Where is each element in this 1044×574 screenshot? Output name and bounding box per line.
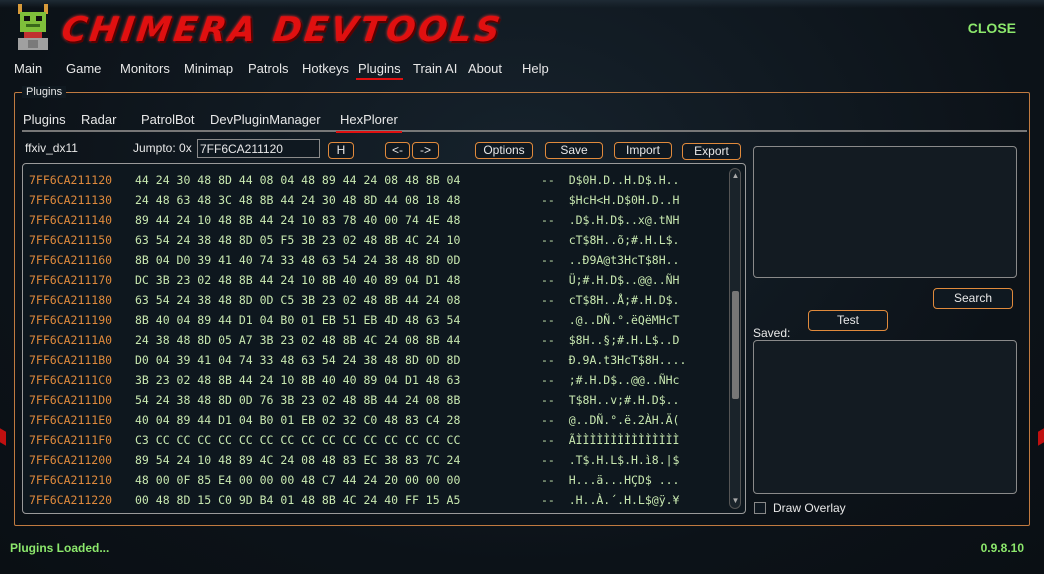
hex-ascii: -- ;#.H.D$..@@..ÑHc [541,373,680,387]
hex-bytes: 40 04 89 44 D1 04 B0 01 EB 02 32 C0 48 8… [135,413,461,427]
hex-scrollbar[interactable]: ▲ ▼ [729,168,741,509]
nav-patrols[interactable]: Patrols [248,61,288,76]
edge-decoration [1038,428,1044,446]
jumpto-label: Jumpto: 0x [133,141,192,155]
hex-address: 7FF6CA211210 [29,473,113,487]
nav-monitors[interactable]: Monitors [120,61,170,76]
tab-hexplorer[interactable]: HexPlorer [336,112,402,133]
hex-bytes: 3B 23 02 48 8B 44 24 10 8B 40 40 89 04 D… [135,373,461,387]
hex-bytes: 00 48 8D 15 C0 9D B4 01 48 8B 4C 24 40 F… [135,493,461,507]
hex-bytes: 48 00 0F 85 E4 00 00 00 48 C7 44 24 20 0… [135,473,461,487]
hex-view[interactable]: ▲ ▼ 7FF6CA211120 44 24 30 48 8D 44 08 04 … [22,163,746,514]
hex-ascii: -- .H..À.´.H.L$@ÿ.¥ [541,493,680,507]
export-button[interactable]: Export [682,143,741,160]
hex-ascii: -- .D$.H.D$..x@.tNH [541,213,680,227]
nav-main[interactable]: Main [14,61,42,76]
hex-address: 7FF6CA211120 [29,173,113,187]
hex-ascii: -- Ð.9A.t3HcT$8H.... [541,353,687,367]
hex-bytes: 89 44 24 10 48 8B 44 24 10 83 78 40 00 7… [135,213,461,227]
nav-train-ai[interactable]: Train AI [413,61,457,76]
app-window: CHIMERA DEVTOOLS CLOSE Main Game Monitor… [0,0,1044,574]
top-border [0,0,1044,8]
chimera-logo-icon [18,4,48,50]
hex-bytes: 8B 04 D0 39 41 40 74 33 48 63 54 24 38 4… [135,253,461,267]
hex-bytes: 54 24 38 48 8D 0D 76 3B 23 02 48 8B 44 2… [135,393,461,407]
nav-plugins[interactable]: Plugins [356,61,403,80]
edge-decoration [0,428,6,446]
hex-bytes: DC 3B 23 02 48 8B 44 24 10 8B 40 40 89 0… [135,273,461,287]
hex-bytes: C3 CC CC CC CC CC CC CC CC CC CC CC CC C… [135,433,461,447]
scroll-up-icon[interactable]: ▲ [731,171,740,181]
nav-about[interactable]: About [468,61,502,76]
options-button[interactable]: Options [475,142,533,159]
hex-ascii: -- ÃÌÌÌÌÌÌÌÌÌÌÌÌÌÌÌ [541,433,680,447]
saved-label: Saved: [753,326,791,340]
status-text: Plugins Loaded... [10,541,110,555]
hex-address: 7FF6CA2111E0 [29,413,113,427]
jumpto-input[interactable] [197,139,320,158]
hex-address: 7FF6CA211130 [29,193,113,207]
hex-bytes: 63 54 24 38 48 8D 0D C5 3B 23 02 48 8B 4… [135,293,461,307]
hex-ascii: -- cT$8H..Å;#.H.D$. [541,293,680,307]
hex-ascii: -- H...ä...HÇD$ ... [541,473,680,487]
hex-address: 7FF6CA211200 [29,453,113,467]
tab-plugins[interactable]: Plugins [23,112,66,127]
hex-address: 7FF6CA211180 [29,293,113,307]
hex-bytes: 44 24 30 48 8D 44 08 04 48 89 44 24 08 4… [135,173,461,187]
version-text: 0.9.8.10 [980,541,1024,555]
hex-address: 7FF6CA2111D0 [29,393,113,407]
hex-ascii: -- .T$.H.L$.H.ì8.|$ [541,453,680,467]
hex-address: 7FF6CA211150 [29,233,113,247]
hex-ascii: -- ..Ð9A@t3HcT$8H.. [541,253,680,267]
hex-address: 7FF6CA211220 [29,493,113,507]
close-button[interactable]: CLOSE [968,20,1016,36]
app-title: CHIMERA DEVTOOLS [59,10,506,50]
process-label: ffxiv_dx11 [25,141,78,155]
plugins-panel-legend: Plugins [22,86,67,98]
hex-bytes: D0 04 39 41 04 74 33 48 63 54 24 38 48 8… [135,353,461,367]
hex-address: 7FF6CA2111B0 [29,353,113,367]
save-button[interactable]: Save [545,142,603,159]
hex-bytes: 8B 40 04 89 44 D1 04 B0 01 EB 51 EB 4D 4… [135,313,461,327]
test-button[interactable]: Test [808,310,888,331]
import-button[interactable]: Import [614,142,672,159]
hex-bytes: 63 54 24 38 48 8D 05 F5 3B 23 02 48 8B 4… [135,233,461,247]
search-result-box[interactable] [753,146,1017,278]
scroll-down-icon[interactable]: ▼ [731,496,740,506]
hex-ascii: -- @..DÑ.°.ë.2ÀH.Ä( [541,413,680,427]
nav-hotkeys[interactable]: Hotkeys [302,61,349,76]
saved-list-box[interactable] [753,340,1017,494]
hex-bytes: 24 48 63 48 3C 48 8B 44 24 30 48 8D 44 0… [135,193,461,207]
search-button[interactable]: Search [933,288,1013,309]
nav-game[interactable]: Game [66,61,101,76]
next-button[interactable]: -> [412,142,439,159]
draw-overlay-checkbox[interactable] [754,502,766,514]
hex-ascii: -- cT$8H..õ;#.H.L$. [541,233,680,247]
hex-address: 7FF6CA2111C0 [29,373,113,387]
hex-address: 7FF6CA2111A0 [29,333,113,347]
go-button[interactable]: H [328,142,354,159]
prev-button[interactable]: <- [385,142,410,159]
hex-address: 7FF6CA2111F0 [29,433,113,447]
hex-ascii: -- .@..DÑ.°.ëQëMHcT [541,313,680,327]
scroll-thumb[interactable] [732,291,739,399]
tab-devpluginmanager[interactable]: DevPluginManager [210,112,321,127]
hex-ascii: -- $HcH<H.D$0H.D..H [541,193,680,207]
hex-address: 7FF6CA211170 [29,273,113,287]
hex-address: 7FF6CA211160 [29,253,113,267]
tab-patrolbot[interactable]: PatrolBot [141,112,194,127]
hex-ascii: -- Ü;#.H.D$..@@..ÑH [541,273,680,287]
nav-minimap[interactable]: Minimap [184,61,233,76]
tab-radar[interactable]: Radar [81,112,116,127]
hex-ascii: -- $8H..§;#.H.L$..D [541,333,680,347]
nav-help[interactable]: Help [522,61,549,76]
hex-address: 7FF6CA211190 [29,313,113,327]
hex-ascii: -- T$8H..v;#.H.D$.. [541,393,680,407]
plugins-sub-nav: Plugins Radar PatrolBot DevPluginManager… [22,112,1027,133]
draw-overlay-label: Draw Overlay [773,501,846,515]
hex-bytes: 24 38 48 8D 05 A7 3B 23 02 48 8B 4C 24 0… [135,333,461,347]
hex-address: 7FF6CA211140 [29,213,113,227]
hex-ascii: -- D$0H.D..H.D$.H.. [541,173,680,187]
hex-bytes: 89 54 24 10 48 89 4C 24 08 48 83 EC 38 8… [135,453,461,467]
